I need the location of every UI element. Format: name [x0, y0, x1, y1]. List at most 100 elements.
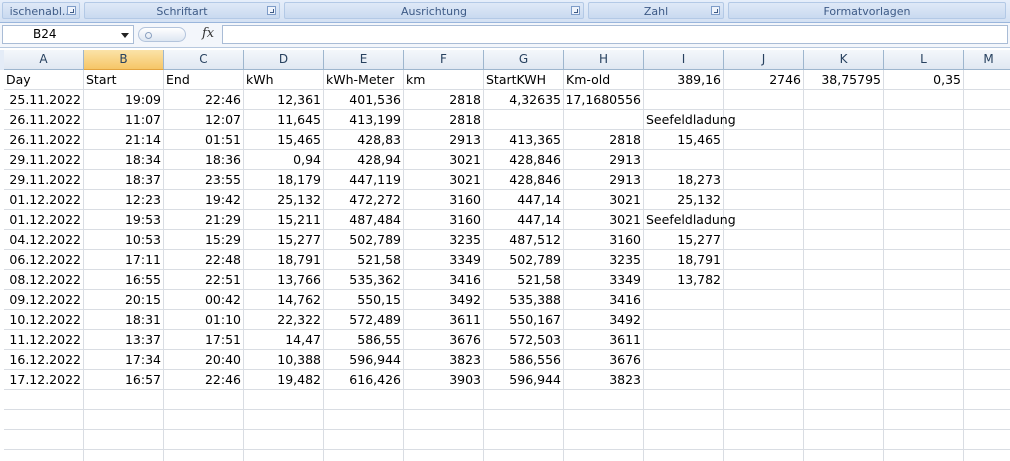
table-cell[interactable]: 00:42: [164, 290, 244, 310]
dialog-launcher-icon[interactable]: [67, 6, 76, 15]
table-cell[interactable]: 15,277: [644, 230, 724, 250]
table-cell[interactable]: 01.12.2022: [4, 210, 84, 230]
formula-expand-handle[interactable]: [138, 27, 186, 42]
table-cell[interactable]: 535,388: [484, 290, 564, 310]
table-cell[interactable]: 521,58: [484, 270, 564, 290]
table-cell[interactable]: 447,14: [484, 190, 564, 210]
column-header-a[interactable]: A: [4, 50, 84, 70]
table-cell[interactable]: 3235: [404, 230, 484, 250]
table-cell[interactable]: 3160: [404, 190, 484, 210]
table-cell[interactable]: 18:37: [84, 170, 164, 190]
table-cell[interactable]: 22,322: [244, 310, 324, 330]
table-cell[interactable]: 15,465: [244, 130, 324, 150]
table-cell[interactable]: Seefeldladung: [644, 110, 736, 130]
table-cell[interactable]: 18,273: [644, 170, 724, 190]
table-cell[interactable]: 10:53: [84, 230, 164, 250]
table-cell[interactable]: 2913: [564, 150, 644, 170]
table-header-cell[interactable]: Km-old: [564, 70, 644, 90]
table-header-cell[interactable]: Start: [84, 70, 164, 90]
table-cell[interactable]: 3160: [404, 210, 484, 230]
table-cell[interactable]: 3823: [404, 350, 484, 370]
dialog-launcher-icon[interactable]: [267, 6, 276, 15]
table-cell[interactable]: 428,846: [484, 170, 564, 190]
table-cell[interactable]: 17:51: [164, 330, 244, 350]
table-cell[interactable]: 572,489: [324, 310, 404, 330]
table-cell[interactable]: 10.12.2022: [4, 310, 84, 330]
table-cell[interactable]: 2913: [564, 170, 644, 190]
table-cell[interactable]: 3676: [564, 350, 644, 370]
table-cell[interactable]: 19,482: [244, 370, 324, 390]
table-cell[interactable]: 01:51: [164, 130, 244, 150]
table-cell[interactable]: 17:11: [84, 250, 164, 270]
table-cell[interactable]: 550,15: [324, 290, 404, 310]
table-header-cell[interactable]: kWh: [244, 70, 324, 90]
table-cell[interactable]: 25.11.2022: [4, 90, 84, 110]
table-cell[interactable]: 25,132: [644, 190, 724, 210]
table-cell[interactable]: 3021: [404, 170, 484, 190]
column-header-i[interactable]: I: [644, 50, 724, 70]
table-cell[interactable]: 15:29: [164, 230, 244, 250]
table-cell[interactable]: 13,782: [644, 270, 724, 290]
table-cell[interactable]: 18:36: [164, 150, 244, 170]
table-cell[interactable]: 22:51: [164, 270, 244, 290]
table-cell[interactable]: 22:46: [164, 90, 244, 110]
table-cell[interactable]: 23:55: [164, 170, 244, 190]
table-cell[interactable]: 428,94: [324, 150, 404, 170]
table-cell[interactable]: 19:09: [84, 90, 164, 110]
table-cell[interactable]: 12:07: [164, 110, 244, 130]
table-cell[interactable]: 413,365: [484, 130, 564, 150]
table-cell[interactable]: 502,789: [324, 230, 404, 250]
table-cell[interactable]: 11.12.2022: [4, 330, 84, 350]
table-cell[interactable]: 2913: [404, 130, 484, 150]
worksheet-grid[interactable]: Day Start End kWh kWh-Meter km StartKWH Km-old 3…: [4, 70, 1010, 461]
table-cell[interactable]: 26.11.2022: [4, 130, 84, 150]
column-header-e[interactable]: E: [324, 50, 404, 70]
table-cell[interactable]: 25,132: [244, 190, 324, 210]
table-cell[interactable]: 447,119: [324, 170, 404, 190]
table-cell[interactable]: 3823: [564, 370, 644, 390]
table-cell[interactable]: 18,791: [244, 250, 324, 270]
table-cell[interactable]: 3021: [564, 210, 644, 230]
table-cell[interactable]: 3235: [564, 250, 644, 270]
table-cell[interactable]: 18:31: [84, 310, 164, 330]
table-cell[interactable]: 06.12.2022: [4, 250, 84, 270]
table-cell[interactable]: 11,645: [244, 110, 324, 130]
table-cell[interactable]: 550,167: [484, 310, 564, 330]
table-cell[interactable]: 21:29: [164, 210, 244, 230]
table-cell[interactable]: Seefeldladung: [644, 210, 736, 230]
table-cell[interactable]: 428,83: [324, 130, 404, 150]
table-cell[interactable]: 572,503: [484, 330, 564, 350]
table-cell[interactable]: 616,426: [324, 370, 404, 390]
column-header-g[interactable]: G: [484, 50, 564, 70]
table-cell[interactable]: 3492: [404, 290, 484, 310]
column-header-m[interactable]: M: [964, 50, 1010, 70]
formula-input[interactable]: [222, 25, 1008, 44]
table-cell[interactable]: 13,766: [244, 270, 324, 290]
table-cell[interactable]: 17.12.2022: [4, 370, 84, 390]
table-cell[interactable]: 13:37: [84, 330, 164, 350]
table-cell[interactable]: 3160: [564, 230, 644, 250]
table-cell[interactable]: 586,556: [484, 350, 564, 370]
table-cell[interactable]: 2818: [404, 90, 484, 110]
table-cell[interactable]: 4,32635: [484, 90, 564, 110]
table-cell[interactable]: 447,14: [484, 210, 564, 230]
table-cell[interactable]: 3676: [404, 330, 484, 350]
table-cell[interactable]: 3903: [404, 370, 484, 390]
table-cell[interactable]: 3611: [404, 310, 484, 330]
chevron-down-icon[interactable]: [121, 33, 129, 38]
table-cell[interactable]: 11:07: [84, 110, 164, 130]
table-cell[interactable]: 521,58: [324, 250, 404, 270]
table-cell[interactable]: 428,846: [484, 150, 564, 170]
insert-function-icon[interactable]: fx: [202, 26, 214, 41]
table-cell[interactable]: 3416: [404, 270, 484, 290]
table-cell[interactable]: 17:34: [84, 350, 164, 370]
table-cell[interactable]: 15,277: [244, 230, 324, 250]
table-cell[interactable]: 0,94: [244, 150, 324, 170]
column-header-d[interactable]: D: [244, 50, 324, 70]
table-cell[interactable]: 12,361: [244, 90, 324, 110]
table-header-cell[interactable]: 2746: [724, 70, 804, 90]
table-cell[interactable]: 401,536: [324, 90, 404, 110]
table-cell[interactable]: 10,388: [244, 350, 324, 370]
table-cell[interactable]: 3021: [564, 190, 644, 210]
column-header-f[interactable]: F: [404, 50, 484, 70]
